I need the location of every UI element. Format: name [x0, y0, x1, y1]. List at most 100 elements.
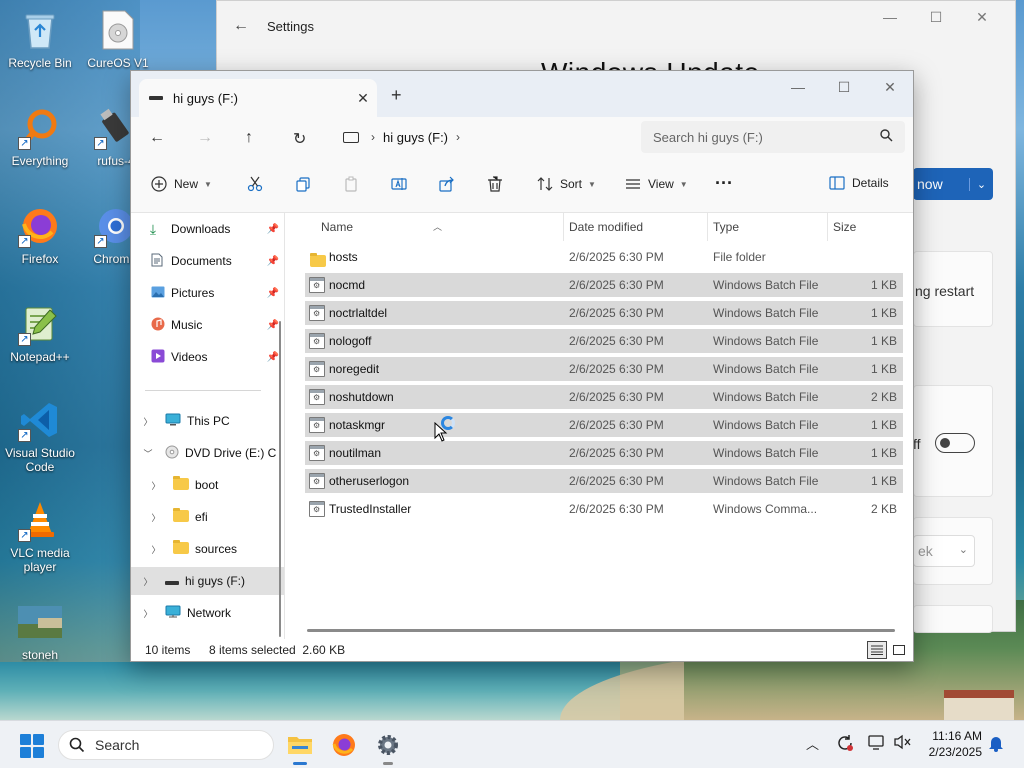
file-row[interactable]: notaskmgr 2/6/2025 6:30 PM Windows Batch F… [305, 413, 903, 437]
chevron-right-icon[interactable]: 〉 [149, 479, 163, 492]
back-arrow-icon[interactable]: ← [149, 129, 165, 147]
network-icon[interactable] [868, 734, 886, 753]
desktop-icon-cureos[interactable]: CureOS V1 [78, 8, 158, 70]
address-bar[interactable]: › hi guys (F:) › [335, 121, 631, 153]
pin-icon[interactable]: 📌 [267, 288, 279, 299]
forward-arrow-icon[interactable]: → [197, 129, 213, 147]
new-button[interactable]: New ▼ [151, 176, 212, 192]
chevron-up-icon[interactable]: ︿ [806, 734, 819, 753]
chevron-down-icon[interactable]: ⌄ [969, 177, 993, 191]
pin-icon[interactable]: 📌 [267, 352, 279, 363]
column-divider[interactable] [563, 213, 564, 241]
nav-item-boot[interactable]: 〉 boot [131, 471, 284, 499]
taskbar-search-input[interactable]: Search [58, 730, 274, 760]
taskbar-settings[interactable] [372, 729, 404, 765]
settings-titlebar[interactable]: ← Settings — ☐ ✕ [217, 1, 1015, 51]
pause-toggle[interactable] [935, 433, 975, 453]
notification-bell-icon[interactable] [988, 734, 1004, 755]
file-row[interactable]: noctrlaltdel 2/6/2025 6:30 PM Windows Batc… [305, 301, 903, 325]
nav-item-network[interactable]: 〉 Network [131, 599, 284, 627]
pin-icon[interactable]: 📌 [267, 320, 279, 331]
nav-item-downloads[interactable]: ⤓ Downloads 📌 [131, 215, 284, 243]
details-view-button[interactable] [867, 641, 887, 659]
close-tab-icon[interactable]: ✕ [349, 90, 377, 107]
file-row[interactable]: noshutdown 2/6/2025 6:30 PM Windows Batch … [305, 385, 903, 409]
maximize-icon[interactable]: ☐ [821, 73, 867, 96]
update-sync-icon[interactable] [836, 734, 854, 755]
nav-item-sources[interactable]: 〉 sources [131, 535, 284, 563]
new-tab-icon[interactable]: + [391, 85, 402, 106]
desktop-icon-everything[interactable]: ↗ Everything [0, 106, 80, 168]
desktop-icon-stoneh[interactable]: stoneh [0, 600, 80, 662]
explorer-titlebar[interactable]: hi guys (F:) ✕ + — ☐ ✕ [131, 71, 913, 117]
back-arrow-icon[interactable]: ← [233, 17, 249, 35]
pin-icon[interactable]: 📌 [267, 256, 279, 267]
desktop-icon-vscode[interactable]: ↗ Visual Studio Code [0, 398, 80, 474]
volume-muted-icon[interactable] [894, 734, 912, 753]
file-explorer-window[interactable]: hi guys (F:) ✕ + — ☐ ✕ ← → ↑ ↻ › hi guys… [130, 70, 914, 662]
file-row[interactable]: TrustedInstaller 2/6/2025 6:30 PM Windows … [305, 497, 903, 521]
copy-button[interactable] [295, 176, 311, 192]
tiles-view-button[interactable] [889, 641, 909, 659]
refresh-icon[interactable]: ↻ [293, 129, 306, 149]
nav-item-drive-f[interactable]: 〉 hi guys (F:) [131, 567, 284, 595]
file-row[interactable]: noutilman 2/6/2025 6:30 PM Windows Batch F… [305, 441, 903, 465]
close-icon[interactable]: ✕ [867, 73, 913, 96]
pin-icon[interactable]: 📌 [267, 224, 279, 235]
check-updates-button[interactable]: now ⌄ [913, 168, 993, 200]
close-icon[interactable]: ✕ [959, 9, 1005, 26]
nav-item-music[interactable]: Music 📌 [131, 311, 284, 339]
nav-item-documents[interactable]: Documents 📌 [131, 247, 284, 275]
column-divider[interactable] [827, 213, 828, 241]
nav-item-videos[interactable]: Videos 📌 [131, 343, 284, 371]
column-name[interactable]: Name [321, 220, 353, 234]
chevron-right-icon[interactable]: 〉 [141, 607, 155, 620]
share-button[interactable] [439, 176, 455, 192]
desktop-icon-vlc[interactable]: ↗ VLC media player [0, 498, 80, 574]
cut-button[interactable] [247, 176, 263, 192]
view-button[interactable]: View ▼ [625, 176, 688, 192]
chevron-right-icon[interactable]: 〉 [141, 415, 155, 428]
nav-item-efi[interactable]: 〉 efi [131, 503, 284, 531]
nav-item-pictures[interactable]: Pictures 📌 [131, 279, 284, 307]
chevron-right-icon[interactable]: › [371, 130, 375, 144]
nav-item-this-pc[interactable]: 〉 This PC [131, 407, 284, 435]
file-row[interactable]: otheruserlogon 2/6/2025 6:30 PM Windows Ba… [305, 469, 903, 493]
rename-button[interactable] [391, 176, 407, 192]
desktop-icon-notepad-plus-plus[interactable]: ↗ Notepad++ [0, 302, 80, 364]
minimize-icon[interactable]: — [775, 73, 821, 96]
file-row[interactable]: hosts 2/6/2025 6:30 PM File folder [305, 245, 903, 269]
maximize-icon[interactable]: ☐ [913, 9, 959, 26]
details-pane-button[interactable]: Details [829, 176, 889, 190]
minimize-icon[interactable]: — [867, 9, 913, 26]
delete-button[interactable] [487, 176, 503, 192]
nav-scrollbar[interactable] [279, 321, 281, 637]
system-clock[interactable]: 11:16 AM 2/23/2025 [922, 728, 982, 760]
search-input[interactable]: Search hi guys (F:) [641, 121, 905, 153]
paste-button[interactable] [343, 176, 359, 192]
pause-duration-select[interactable]: ek ⌄ [913, 535, 975, 567]
taskbar-file-explorer[interactable] [284, 729, 316, 765]
file-row[interactable]: nologoff 2/6/2025 6:30 PM Windows Batch Fi… [305, 329, 903, 353]
nav-item-dvd-drive[interactable]: ﹀ DVD Drive (E:) C [131, 439, 284, 467]
chevron-right-icon[interactable]: › [456, 130, 460, 144]
taskbar-firefox[interactable] [328, 729, 360, 761]
up-arrow-icon[interactable]: ↑ [245, 129, 253, 147]
chevron-right-icon[interactable]: 〉 [149, 511, 163, 524]
horizontal-scrollbar[interactable] [307, 629, 895, 632]
desktop-icon-recycle-bin[interactable]: Recycle Bin [0, 8, 80, 70]
file-row[interactable]: nocmd 2/6/2025 6:30 PM Windows Batch File 1… [305, 273, 903, 297]
breadcrumb[interactable]: hi guys (F:) [383, 130, 448, 145]
chevron-down-icon[interactable]: ﹀ [141, 447, 155, 460]
desktop-icon-firefox[interactable]: ↗ Firefox [0, 204, 80, 266]
chevron-right-icon[interactable]: 〉 [141, 575, 155, 588]
file-row[interactable]: noregedit 2/6/2025 6:30 PM Windows Batch F… [305, 357, 903, 381]
more-options-icon[interactable]: ··· [715, 173, 733, 194]
column-size[interactable]: Size [833, 220, 856, 234]
column-date-modified[interactable]: Date modified [569, 220, 643, 234]
explorer-tab[interactable]: hi guys (F:) ✕ [139, 79, 377, 117]
column-type[interactable]: Type [713, 220, 739, 234]
column-divider[interactable] [707, 213, 708, 241]
sort-button[interactable]: Sort ▼ [537, 176, 596, 192]
chevron-right-icon[interactable]: 〉 [149, 543, 163, 556]
